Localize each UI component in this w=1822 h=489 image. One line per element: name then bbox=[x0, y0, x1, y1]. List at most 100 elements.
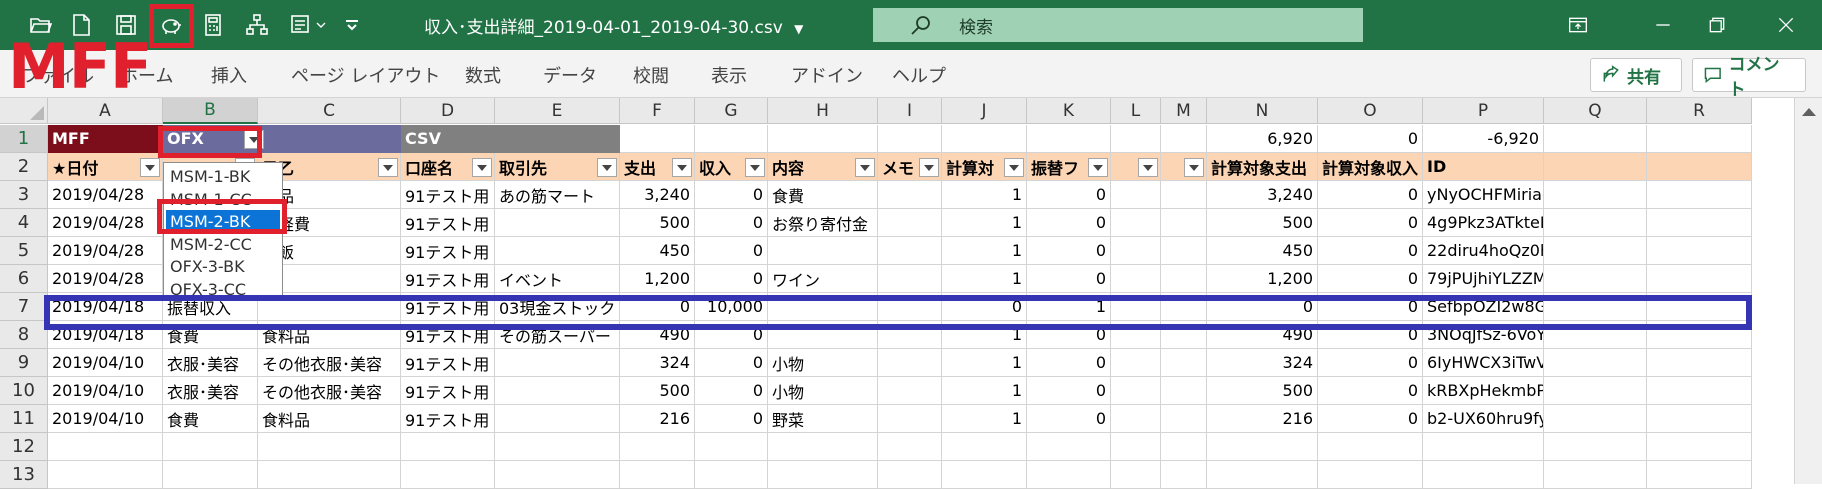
cell-k12[interactable] bbox=[1027, 433, 1111, 461]
table-cell-p9[interactable]: 6IyHWCX3iTwV5aD9X1lmzw bbox=[1423, 349, 1544, 377]
cell-j13[interactable] bbox=[942, 461, 1027, 489]
cell-k13[interactable] bbox=[1027, 461, 1111, 489]
cell-m4[interactable] bbox=[1161, 209, 1207, 237]
table-cell-f3[interactable]: 3,240 bbox=[620, 181, 695, 209]
table-cell-k3[interactable]: 0 bbox=[1027, 181, 1111, 209]
title-chevron-down-icon[interactable]: ▼ bbox=[794, 22, 803, 36]
cell-l11[interactable] bbox=[1111, 405, 1161, 433]
table-cell-n6[interactable]: 1,200 bbox=[1207, 265, 1318, 293]
cell-a12[interactable] bbox=[48, 433, 163, 461]
header-cell-o[interactable]: 計算対象収入 bbox=[1318, 153, 1423, 181]
header-cell-p[interactable]: ID bbox=[1423, 153, 1544, 181]
table-cell-p5[interactable]: 22diru4hoQz0hZS7X2XmFw bbox=[1423, 237, 1544, 265]
table-cell-k6[interactable]: 0 bbox=[1027, 265, 1111, 293]
table-cell-a5[interactable]: 2019/04/28 bbox=[48, 237, 163, 265]
table-cell-e3[interactable]: あの筋マート bbox=[495, 181, 620, 209]
table-cell-j5[interactable]: 1 bbox=[942, 237, 1027, 265]
column-header-a[interactable]: A bbox=[48, 98, 163, 124]
customize-toolbar-icon[interactable] bbox=[340, 8, 364, 42]
table-cell-p3[interactable]: yNyOCHFMiriaqAfEZdgczQ bbox=[1423, 181, 1544, 209]
table-cell-g11[interactable]: 0 bbox=[695, 405, 768, 433]
table-cell-g9[interactable]: 0 bbox=[695, 349, 768, 377]
tab-formulas[interactable]: 数式 bbox=[465, 62, 501, 88]
cell-f13[interactable] bbox=[620, 461, 695, 489]
table-cell-k9[interactable]: 0 bbox=[1027, 349, 1111, 377]
row-header-13[interactable]: 13 bbox=[0, 461, 48, 489]
column-header-j[interactable]: J bbox=[942, 98, 1027, 124]
cell-m5[interactable] bbox=[1161, 237, 1207, 265]
table-cell-j3[interactable]: 1 bbox=[942, 181, 1027, 209]
table-cell-e9[interactable] bbox=[495, 349, 620, 377]
column-header-g[interactable]: G bbox=[695, 98, 768, 124]
cell-d13[interactable] bbox=[401, 461, 495, 489]
cell-i13[interactable] bbox=[878, 461, 942, 489]
close-icon[interactable] bbox=[1766, 8, 1806, 42]
table-cell-f5[interactable]: 450 bbox=[620, 237, 695, 265]
cell-q3[interactable] bbox=[1544, 181, 1647, 209]
tab-insert[interactable]: 挿入 bbox=[211, 62, 247, 88]
table-cell-k5[interactable]: 0 bbox=[1027, 237, 1111, 265]
row-header-3[interactable]: 3 bbox=[0, 181, 48, 209]
cell-h12[interactable] bbox=[768, 433, 878, 461]
filter-button-h[interactable] bbox=[855, 158, 875, 177]
cell-j12[interactable] bbox=[942, 433, 1027, 461]
row-header-10[interactable]: 10 bbox=[0, 377, 48, 405]
table-cell-c9[interactable]: その他衣服･美容 bbox=[258, 349, 401, 377]
table-cell-b11[interactable]: 食費 bbox=[163, 405, 258, 433]
table-cell-a10[interactable]: 2019/04/10 bbox=[48, 377, 163, 405]
table-cell-c11[interactable]: 食料品 bbox=[258, 405, 401, 433]
document-title[interactable]: 収入･支出詳細_2019-04-01_2019-04-30.csv ▼ bbox=[424, 13, 803, 38]
filter-button-k[interactable] bbox=[1088, 158, 1108, 177]
cell-i5[interactable] bbox=[878, 237, 942, 265]
cell-o12[interactable] bbox=[1318, 433, 1423, 461]
cell-p13[interactable] bbox=[1423, 461, 1544, 489]
row-header-12[interactable]: 12 bbox=[0, 433, 48, 461]
cell-l12[interactable] bbox=[1111, 433, 1161, 461]
cell-f12[interactable] bbox=[620, 433, 695, 461]
cell-i10[interactable] bbox=[878, 377, 942, 405]
cell-d12[interactable] bbox=[401, 433, 495, 461]
table-cell-g3[interactable]: 0 bbox=[695, 181, 768, 209]
column-header-o[interactable]: O bbox=[1318, 98, 1423, 124]
header-cell-q[interactable] bbox=[1544, 153, 1647, 181]
column-header-e[interactable]: E bbox=[495, 98, 620, 124]
table-cell-h10[interactable]: 小物 bbox=[768, 377, 878, 405]
cell-q1[interactable] bbox=[1544, 125, 1647, 153]
column-header-i[interactable]: I bbox=[878, 98, 942, 124]
table-cell-a4[interactable]: 2019/04/28 bbox=[48, 209, 163, 237]
table-cell-d9[interactable]: 91テスト用 bbox=[401, 349, 495, 377]
table-cell-d4[interactable]: 91テスト用 bbox=[401, 209, 495, 237]
cell-a1-mff[interactable]: MFF bbox=[48, 125, 163, 153]
table-cell-n10[interactable]: 500 bbox=[1207, 377, 1318, 405]
cell-g13[interactable] bbox=[695, 461, 768, 489]
table-cell-f11[interactable]: 216 bbox=[620, 405, 695, 433]
table-cell-e10[interactable] bbox=[495, 377, 620, 405]
table-cell-g6[interactable]: 0 bbox=[695, 265, 768, 293]
table-cell-o4[interactable]: 0 bbox=[1318, 209, 1423, 237]
cell-q9[interactable] bbox=[1544, 349, 1647, 377]
cell-q12[interactable] bbox=[1544, 433, 1647, 461]
cell-o13[interactable] bbox=[1318, 461, 1423, 489]
filter-button-i[interactable] bbox=[919, 158, 939, 177]
cell-m10[interactable] bbox=[1161, 377, 1207, 405]
table-cell-n4[interactable]: 500 bbox=[1207, 209, 1318, 237]
table-cell-e4[interactable] bbox=[495, 209, 620, 237]
cell-r1[interactable] bbox=[1647, 125, 1752, 153]
share-button[interactable]: 共有 bbox=[1590, 58, 1682, 92]
table-cell-c10[interactable]: その他衣服･美容 bbox=[258, 377, 401, 405]
tab-addins[interactable]: アドイン bbox=[791, 62, 863, 88]
cell-q10[interactable] bbox=[1544, 377, 1647, 405]
table-cell-j9[interactable]: 1 bbox=[942, 349, 1027, 377]
table-cell-a3[interactable]: 2019/04/28 bbox=[48, 181, 163, 209]
cell-r4[interactable] bbox=[1647, 209, 1752, 237]
cell-n1[interactable]: 6,920 bbox=[1207, 125, 1318, 153]
table-cell-h6[interactable]: ワイン bbox=[768, 265, 878, 293]
cell-l4[interactable] bbox=[1111, 209, 1161, 237]
tab-data[interactable]: データ bbox=[543, 62, 597, 88]
cell-r13[interactable] bbox=[1647, 461, 1752, 489]
dropdown-item[interactable]: MSM-1-BK bbox=[166, 165, 280, 188]
cell-m12[interactable] bbox=[1161, 433, 1207, 461]
table-cell-a11[interactable]: 2019/04/10 bbox=[48, 405, 163, 433]
table-cell-p10[interactable]: kRBXpHekmbPEq5yOgmTcdg bbox=[1423, 377, 1544, 405]
table-cell-o5[interactable]: 0 bbox=[1318, 237, 1423, 265]
